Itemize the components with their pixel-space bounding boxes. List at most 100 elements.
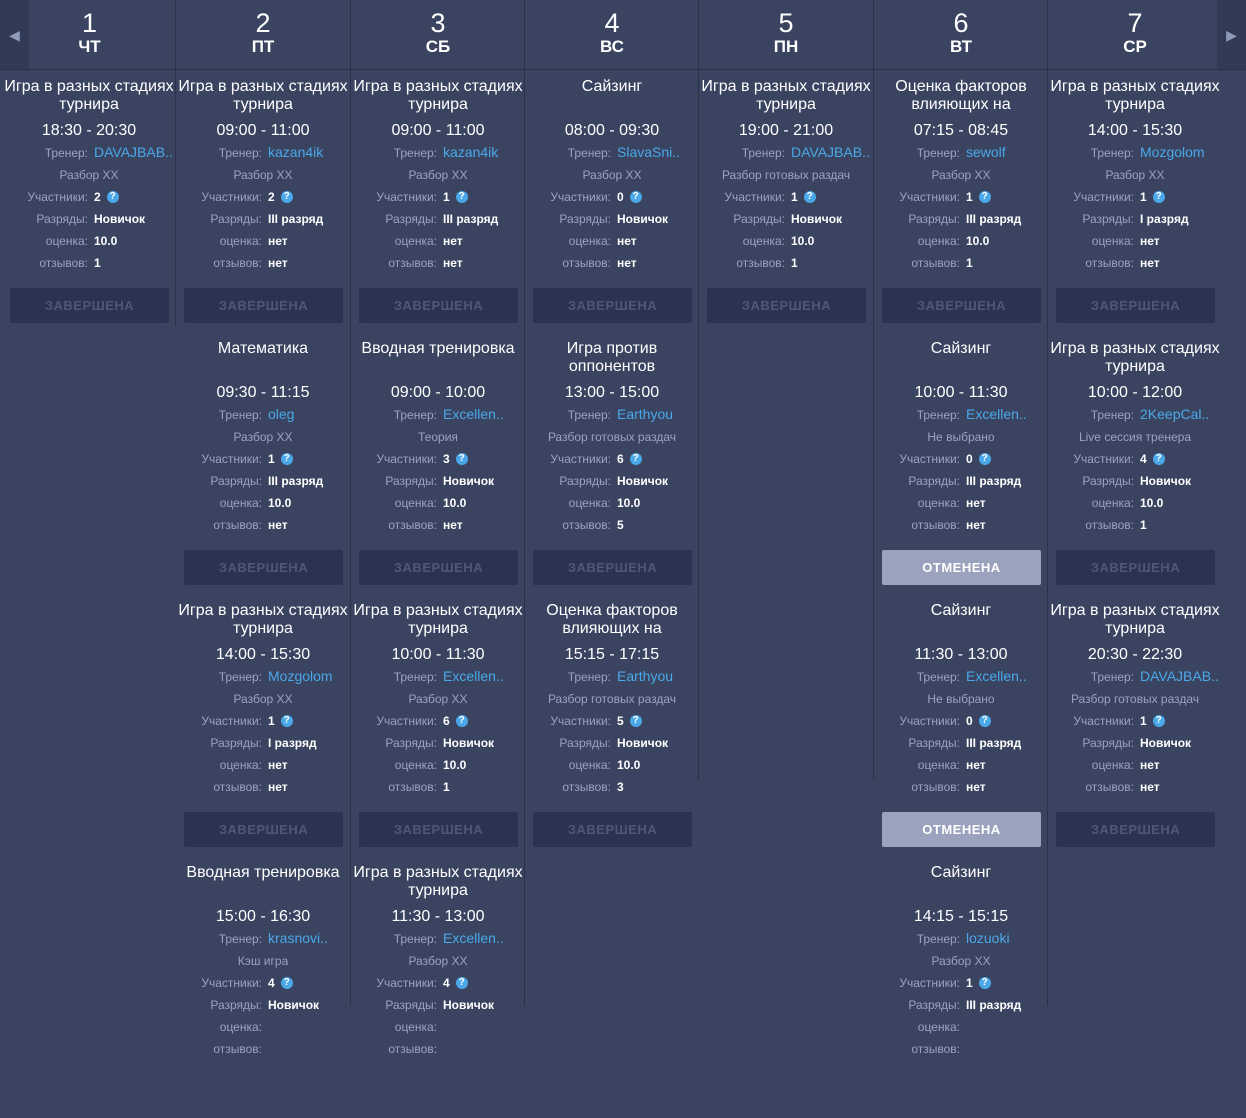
help-icon[interactable]: ? [1152, 453, 1165, 465]
rating-value: нет [268, 234, 288, 248]
coach-link[interactable]: krasnovi.. [268, 931, 328, 945]
session-card[interactable]: Игра в разных стадиях турнира 20:30 - 22:… [1048, 594, 1222, 856]
completed-button[interactable]: ЗАВЕРШЕНА [359, 812, 518, 847]
session-card[interactable]: Сайзинг 14:15 - 15:15 Тренер: lozuoki Разбор… [874, 856, 1048, 1118]
coach-link[interactable]: Excellen.. [443, 407, 504, 421]
coach-link[interactable]: 2KeepCal.. [1140, 407, 1209, 421]
help-icon[interactable]: ? [455, 453, 468, 465]
help-icon[interactable]: ? [280, 453, 293, 465]
completed-button[interactable]: ЗАВЕРШЕНА [359, 550, 518, 585]
coach-link[interactable]: DAVAJBAB.. [94, 145, 173, 159]
coach-link[interactable]: DAVAJBAB.. [791, 145, 870, 159]
reviews-label: отзывов: [213, 256, 262, 270]
help-icon[interactable]: ? [455, 715, 468, 727]
help-icon[interactable]: ? [629, 715, 642, 727]
completed-button[interactable]: ЗАВЕРШЕНА [184, 550, 343, 585]
help-icon[interactable]: ? [455, 977, 468, 989]
session-title: Оценка факторов влияющих на [546, 602, 678, 637]
coach-link[interactable]: sewolf [966, 145, 1006, 159]
reviews-value: 1 [443, 780, 450, 794]
session-card[interactable]: Игра против оппонентов 13:00 - 15:00 Трене… [525, 332, 699, 594]
ranks-value: Новичок [443, 998, 495, 1012]
coach-link[interactable]: Excellen.. [443, 931, 504, 945]
coach-link[interactable]: Mozgolom [1140, 145, 1205, 159]
help-icon[interactable]: ? [1152, 715, 1165, 727]
coach-link[interactable]: SlavaSni.. [617, 145, 680, 159]
ranks-label: Разряды: [210, 998, 262, 1012]
day-header-3[interactable]: 3 СБ [351, 0, 525, 70]
day-header-1[interactable]: 1 ЧТ [32, 0, 147, 70]
help-icon[interactable]: ? [629, 191, 642, 203]
session-card[interactable]: Вводная тренировка 15:00 - 16:30 Тренер: kr… [176, 856, 350, 1118]
help-icon[interactable]: ? [978, 191, 991, 203]
completed-button[interactable]: ЗАВЕРШЕНА [533, 812, 692, 847]
completed-button[interactable]: ЗАВЕРШЕНА [707, 288, 866, 323]
help-icon[interactable]: ? [280, 715, 293, 727]
help-icon[interactable]: ? [978, 977, 991, 989]
help-icon[interactable]: ? [455, 191, 468, 203]
day-header-4[interactable]: 4 ВС [525, 0, 699, 70]
rating-value: 10.0 [617, 758, 641, 772]
completed-button[interactable]: ЗАВЕРШЕНА [10, 288, 169, 323]
completed-button[interactable]: ЗАВЕРШЕНА [1056, 550, 1215, 585]
session-card[interactable]: Сайзинг 10:00 - 11:30 Тренер: Excellen.. Не … [874, 332, 1048, 594]
day-header-6[interactable]: 6 ВТ [874, 0, 1048, 70]
coach-link[interactable]: DAVAJBAB.. [1140, 669, 1219, 683]
session-card[interactable]: Игра в разных стадиях турнира 09:00 - 11:… [176, 70, 350, 332]
coach-link[interactable]: lozuoki [966, 931, 1010, 945]
session-card[interactable]: Игра в разных стадиях турнира 10:00 - 12:… [1048, 332, 1222, 594]
session-category: Разбор ХХ [408, 692, 468, 706]
reviews-value: 5 [617, 518, 624, 532]
completed-button[interactable]: ЗАВЕРШЕНА [184, 288, 343, 323]
session-card[interactable]: Оценка факторов влияющих на 15:15 - 17:15… [525, 594, 699, 856]
help-icon[interactable]: ? [978, 453, 991, 465]
help-icon[interactable]: ? [803, 191, 816, 203]
cancelled-button[interactable]: ОТМЕНЕНА [882, 550, 1041, 585]
prev-week-arrow-icon[interactable]: ◀ [0, 0, 29, 70]
help-icon[interactable]: ? [629, 453, 642, 465]
session-card[interactable]: Игра в разных стадиях турнира 09:00 - 11:… [351, 70, 525, 332]
completed-button[interactable]: ЗАВЕРШЕНА [533, 550, 692, 585]
session-title: Игра в разных стадиях турнира [178, 78, 348, 113]
session-category: Разбор готовых раздач [721, 168, 851, 182]
help-icon[interactable]: ? [106, 191, 119, 203]
day-number: 3 [430, 8, 446, 38]
session-card[interactable]: Игра в разных стадиях турнира 10:00 - 11:… [351, 594, 525, 856]
completed-button[interactable]: ЗАВЕРШЕНА [533, 288, 692, 323]
cancelled-button[interactable]: ОТМЕНЕНА [882, 812, 1041, 847]
day-header-2[interactable]: 2 ПТ [176, 0, 350, 70]
coach-link[interactable]: Mozgolom [268, 669, 333, 683]
coach-link[interactable]: Excellen.. [966, 407, 1027, 421]
coach-link[interactable]: kazan4ik [268, 145, 323, 159]
coach-link[interactable]: Earthyou [617, 407, 673, 421]
completed-button[interactable]: ЗАВЕРШЕНА [1056, 812, 1215, 847]
session-card[interactable]: Сайзинг 11:30 - 13:00 Тренер: Excellen.. Не … [874, 594, 1048, 856]
session-card[interactable]: Игра в разных стадиях турнира 11:30 - 13:… [351, 856, 525, 1118]
coach-link[interactable]: Earthyou [617, 669, 673, 683]
help-icon[interactable]: ? [978, 715, 991, 727]
ranks-label: Разряды: [1082, 212, 1134, 226]
session-card[interactable]: Вводная тренировка 09:00 - 10:00 Тренер: Ex… [351, 332, 525, 594]
coach-label: Тренер: [567, 146, 611, 160]
session-card[interactable]: Оценка факторов влияющих на 07:15 - 08:45… [874, 70, 1048, 332]
session-card[interactable]: Математика 09:30 - 11:15 Тренер: oleg Разбор… [176, 332, 350, 594]
completed-button[interactable]: ЗАВЕРШЕНА [184, 812, 343, 847]
completed-button[interactable]: ЗАВЕРШЕНА [1056, 288, 1215, 323]
help-icon[interactable]: ? [280, 977, 293, 989]
day-header-5[interactable]: 5 ПН [699, 0, 873, 70]
coach-link[interactable]: Excellen.. [966, 669, 1027, 683]
completed-button[interactable]: ЗАВЕРШЕНА [359, 288, 518, 323]
coach-link[interactable]: oleg [268, 407, 294, 421]
help-icon[interactable]: ? [1152, 191, 1165, 203]
day-header-7[interactable]: 7 СР [1048, 0, 1222, 70]
coach-link[interactable]: kazan4ik [443, 145, 498, 159]
session-card[interactable]: Игра в разных стадиях турнира 14:00 - 15:… [1048, 70, 1222, 332]
session-card[interactable]: Игра в разных стадиях турнира 19:00 - 21:… [699, 70, 873, 332]
session-card[interactable]: Игра в разных стадиях турнира 14:00 - 15:… [176, 594, 350, 856]
day-weekday: ПН [773, 37, 799, 56]
help-icon[interactable]: ? [280, 191, 293, 203]
completed-button[interactable]: ЗАВЕРШЕНА [882, 288, 1041, 323]
coach-link[interactable]: Excellen.. [443, 669, 504, 683]
session-card[interactable]: Игра в разных стадиях турнира 18:30 - 20:… [2, 70, 176, 332]
session-card[interactable]: Сайзинг 08:00 - 09:30 Тренер: SlavaSni.. Раз… [525, 70, 699, 332]
